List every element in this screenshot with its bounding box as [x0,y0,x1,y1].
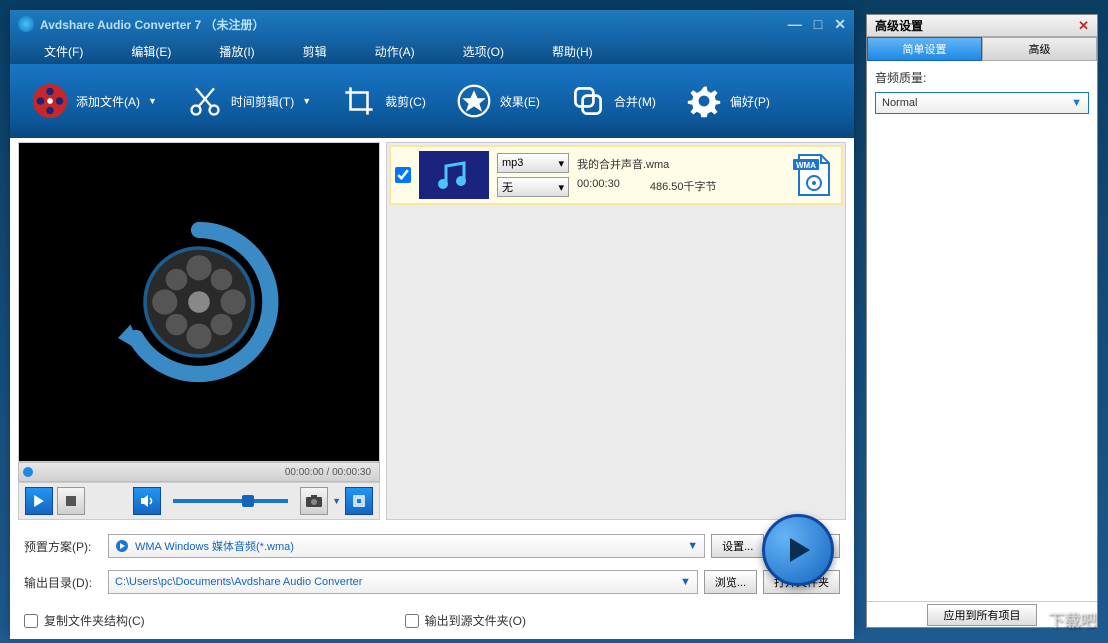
progress-bar[interactable]: 00:00:00 / 00:00:30 [18,462,380,482]
output-to-source-checkbox[interactable]: 输出到源文件夹(O) [405,612,526,629]
trim-label: 时间剪辑(T) [231,93,294,110]
volume-slider[interactable] [173,499,288,503]
file-size: 486.50千字节 [650,178,717,194]
menu-help[interactable]: 帮助(H) [528,39,617,64]
crop-button[interactable]: 裁剪(C) [329,75,436,127]
stop-button[interactable] [57,487,85,515]
convert-button[interactable] [762,514,834,586]
file-thumbnail [419,151,489,199]
menu-clip[interactable]: 剪辑 [279,39,351,64]
side-panel-title[interactable]: 高级设置 ✕ [867,15,1097,37]
preview-panel: 00:00:00 / 00:00:30 ▼ [18,142,380,520]
audio-preset-icon [115,539,129,553]
content-area: 00:00:00 / 00:00:30 ▼ [10,138,854,524]
menu-edit[interactable]: 编辑(E) [107,39,195,64]
add-file-button[interactable]: 添加文件(A)▼ [20,75,167,127]
none-select[interactable]: 无▾ [497,177,569,197]
reel-placeholder-icon [109,212,289,392]
snapshot-button[interactable] [300,487,328,515]
titlebar[interactable]: Avdshare Audio Converter 7 （未注册） — □ ✕ [10,10,854,38]
minimize-button[interactable]: — [788,16,802,33]
menubar: 文件(F) 编辑(E) 播放(I) 剪辑 动作(A) 选项(O) 帮助(H) [10,38,854,64]
merge-button[interactable]: 合并(M) [558,75,666,127]
bottom-panel: 预置方案(P): WMA Windows 媒体音频(*.wma)▼ 设置... … [10,524,854,639]
preference-button[interactable]: 偏好(P) [674,75,780,127]
apply-all-button[interactable]: 应用到所有项目 [927,604,1037,626]
effect-button[interactable]: 效果(E) [444,75,550,127]
quality-select[interactable]: Normal▼ [875,92,1089,114]
preview-box [18,142,380,462]
close-icon[interactable]: ✕ [1078,18,1089,34]
output-label: 输出目录(D): [24,574,102,591]
menu-file[interactable]: 文件(F) [20,39,107,64]
file-name: 我的合并声音.wma [577,156,781,172]
trim-button[interactable]: 时间剪辑(T)▼ [175,75,321,127]
file-checkbox[interactable] [395,167,411,183]
format-select[interactable]: mp3▾ [497,153,569,173]
toolbar: 添加文件(A)▼ 时间剪辑(T)▼ 裁剪(C) 效果(E) 合并(M) [10,64,854,138]
app-icon [18,16,34,32]
add-file-label: 添加文件(A) [76,93,140,110]
main-window: Avdshare Audio Converter 7 （未注册） — □ ✕ 文… [10,10,854,630]
menu-options[interactable]: 选项(O) [439,39,528,64]
time-display: 00:00:00 / 00:00:30 [285,467,371,478]
scissors-icon [185,81,225,121]
gear-icon [684,81,724,121]
star-icon [454,81,494,121]
browse-button[interactable]: 浏览... [704,570,757,594]
settings-button[interactable]: 设置... [711,534,764,558]
tab-simple[interactable]: 简单设置 [867,37,982,61]
quality-label: 音频质量: [875,69,1089,86]
close-button[interactable]: ✕ [834,16,846,33]
preference-label: 偏好(P) [730,93,770,110]
copy-structure-checkbox[interactable]: 复制文件夹结构(C) [24,612,145,629]
preset-select[interactable]: WMA Windows 媒体音频(*.wma)▼ [108,534,705,558]
volume-button[interactable] [133,487,161,515]
play-button[interactable] [25,487,53,515]
crop-icon [339,81,379,121]
file-item[interactable]: mp3▾ 无▾ 我的合并声音.wma 00:00:30 486.50千字节 WM… [389,145,843,205]
merge-icon [568,81,608,121]
effect-label: 效果(E) [500,93,540,110]
fullscreen-button[interactable] [345,487,373,515]
menu-action[interactable]: 动作(A) [351,39,439,64]
file-type-icon: WMA [789,151,837,199]
player-controls: ▼ [18,482,380,520]
output-path-input[interactable]: C:\Users\pc\Documents\Avdshare Audio Con… [108,570,698,594]
film-reel-icon [30,81,70,121]
svg-text:WMA: WMA [796,161,816,170]
menu-play[interactable]: 播放(I) [195,39,278,64]
maximize-button[interactable]: □ [814,16,822,33]
merge-label: 合并(M) [614,93,656,110]
window-title: Avdshare Audio Converter 7 （未注册） [40,16,788,33]
watermark: 下载吧 [1048,607,1096,631]
advanced-settings-panel: 高级设置 ✕ 简单设置 高级 音频质量: Normal▼ 应用到所有项目 [866,14,1098,628]
crop-label: 裁剪(C) [385,93,426,110]
tab-advanced[interactable]: 高级 [982,37,1097,61]
file-duration: 00:00:30 [577,178,620,194]
file-list[interactable]: mp3▾ 无▾ 我的合并声音.wma 00:00:30 486.50千字节 WM… [386,142,846,520]
preset-label: 预置方案(P): [24,538,102,555]
